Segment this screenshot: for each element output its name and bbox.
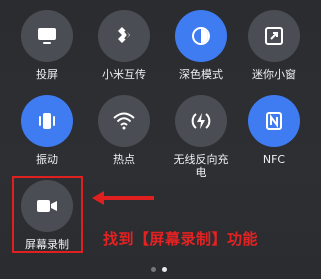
page-indicator	[151, 267, 167, 272]
tile-vibrate-button[interactable]	[21, 95, 73, 147]
dark-mode-icon	[190, 25, 212, 47]
xiaomi-share-icon	[113, 25, 135, 47]
monitor-icon	[36, 26, 58, 46]
reverse-charging-icon	[189, 109, 213, 133]
tile-xiaomi-share-button[interactable]	[98, 10, 150, 62]
tile-label: 迷你小窗	[252, 68, 296, 81]
tile-reverse-charging[interactable]: 无线反向充电	[171, 95, 231, 179]
tile-label: 小米互传	[102, 68, 146, 81]
tile-hotspot[interactable]: 热点	[94, 95, 154, 166]
tile-vibrate[interactable]: 振动	[17, 95, 77, 166]
hotspot-icon	[112, 111, 136, 131]
tile-mini-window-button[interactable]	[248, 10, 300, 62]
highlight-box	[12, 176, 83, 253]
tile-hotspot-button[interactable]	[98, 95, 150, 147]
tile-dark-mode-button[interactable]	[175, 10, 227, 62]
tile-xiaomi-share[interactable]: 小米互传	[94, 10, 154, 81]
tile-mini-window[interactable]: 迷你小窗	[244, 10, 304, 81]
tile-label: NFC	[262, 153, 286, 166]
tile-label: 投屏	[36, 68, 58, 81]
tile-nfc[interactable]: NFC	[244, 95, 304, 166]
tile-label: 深色模式	[179, 68, 223, 81]
tile-reverse-charging-button[interactable]	[175, 95, 227, 147]
tile-label: 振动	[36, 153, 58, 166]
arrow-left-icon	[92, 191, 154, 205]
tile-screen-cast-button[interactable]	[21, 10, 73, 62]
mini-window-icon	[263, 25, 285, 47]
page-dot	[151, 267, 156, 272]
tile-label: 无线反向充电	[173, 153, 229, 179]
tile-label: 热点	[113, 153, 135, 166]
control-center-panel: 投屏 小米互传 深色模式 迷你小窗 振动 热点 无线反向充电 NFC 屏幕录制 …	[0, 0, 321, 279]
annotation-hint-text: 找到【屏幕录制】功能	[103, 230, 259, 248]
vibrate-icon	[35, 110, 59, 132]
tile-nfc-button[interactable]	[248, 95, 300, 147]
tile-screen-cast[interactable]: 投屏	[17, 10, 77, 81]
page-dot-active	[162, 267, 167, 272]
tile-dark-mode[interactable]: 深色模式	[171, 10, 231, 81]
nfc-icon	[263, 110, 285, 132]
